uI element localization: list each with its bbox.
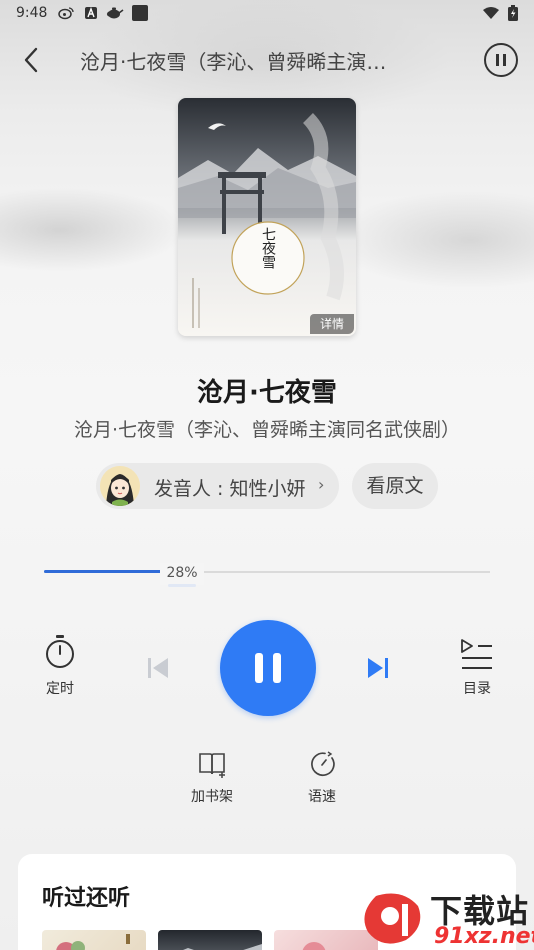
font-app-icon	[84, 6, 98, 20]
status-time: 9:48	[16, 5, 48, 21]
teapot-icon	[106, 6, 124, 20]
book-cover[interactable]: 七夜雪	[178, 98, 356, 336]
pause-icon-bar	[503, 54, 506, 66]
site-watermark: 下载站 91xz.net	[362, 886, 534, 950]
wifi-icon	[482, 6, 500, 20]
recommendations-title: 听过还听	[42, 886, 131, 911]
stopwatch-icon	[46, 635, 74, 668]
pause-icon-bar	[273, 653, 281, 683]
skip-next-icon	[368, 658, 388, 678]
progress-knob-shadow	[168, 584, 196, 587]
app-square-icon	[132, 5, 148, 21]
chevron-left-icon	[24, 47, 38, 73]
chevron-right-icon: ›	[318, 475, 325, 494]
narrator-selector[interactable]: 发音人 : 知性小妍 ›	[96, 463, 339, 509]
view-original-button[interactable]: 看原文	[352, 463, 438, 509]
pause-status-button[interactable]	[484, 43, 518, 77]
recommendation-item[interactable]	[158, 930, 262, 950]
recommendation-item[interactable]	[42, 930, 146, 950]
weibo-icon	[58, 6, 74, 20]
status-bar: 9:48	[0, 0, 534, 28]
back-button[interactable]	[18, 44, 46, 76]
play-pause-button[interactable]	[220, 620, 316, 716]
table-of-contents-button[interactable]: 目录	[446, 634, 508, 698]
speed-label: 语速	[308, 789, 336, 805]
timer-label: 定时	[46, 681, 74, 697]
next-chapter-button[interactable]	[360, 650, 396, 686]
cover-title-text: 七夜雪	[260, 227, 276, 269]
battery-icon	[508, 5, 518, 21]
playlist-icon	[461, 639, 492, 669]
skip-previous-icon	[148, 658, 168, 678]
shelf-label: 加书架	[191, 789, 233, 805]
pause-icon	[496, 54, 499, 66]
watermark-url: 91xz.net	[434, 924, 534, 949]
pause-icon	[255, 653, 263, 683]
book-add-icon	[199, 753, 225, 778]
detail-badge[interactable]: 详情	[310, 314, 354, 334]
narrator-label: 发音人 : 知性小妍	[154, 478, 306, 500]
speed-gauge-icon	[311, 751, 335, 777]
page-title: 沧月·七夜雪（李沁、曾舜晞主演…	[80, 50, 387, 74]
add-to-shelf-button[interactable]: 加书架	[182, 750, 242, 808]
timer-button[interactable]: 定时	[30, 634, 90, 698]
narrator-avatar	[100, 466, 140, 506]
speech-speed-button[interactable]: 语速	[292, 750, 352, 808]
progress-fill	[44, 570, 169, 573]
book-title: 沧月·七夜雪	[197, 378, 337, 408]
previous-chapter-button[interactable]	[140, 650, 176, 686]
watermark-logo-icon	[364, 893, 421, 944]
toc-label: 目录	[463, 681, 491, 697]
progress-label[interactable]: 28%	[160, 563, 204, 585]
book-subtitle: 沧月·七夜雪（李沁、曾舜晞主演同名武侠剧）	[73, 419, 461, 441]
